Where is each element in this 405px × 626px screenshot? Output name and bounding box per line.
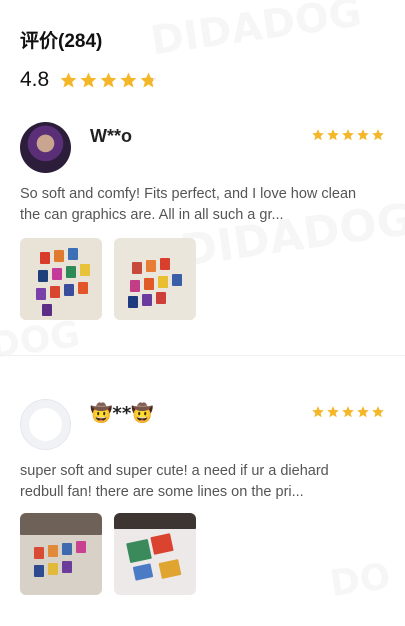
watermark: DOG — [0, 314, 82, 367]
review-rating-stars — [310, 405, 385, 419]
watermark: DO — [327, 556, 393, 605]
review-photo-thumbnail[interactable] — [20, 513, 102, 595]
reviewer-name: 🤠**🤠 — [90, 403, 154, 424]
star-icon — [341, 128, 355, 142]
reviews-title: 评价(284) — [20, 31, 103, 52]
star-icon — [99, 71, 118, 90]
star-icon — [356, 128, 370, 142]
review-photo-thumbnail[interactable] — [114, 238, 196, 320]
star-icon — [119, 71, 138, 90]
avatar — [20, 122, 71, 173]
review-text[interactable]: super soft and super cute! a need if ur … — [20, 461, 360, 503]
star-icon — [356, 405, 370, 419]
review-text[interactable]: So soft and comfy! Fits perfect, and I l… — [20, 184, 360, 226]
review-divider — [0, 355, 405, 356]
star-icon — [326, 128, 340, 142]
star-icon — [371, 405, 385, 419]
star-icon — [59, 71, 78, 90]
avatar — [20, 399, 71, 450]
reviews-header: 评价(284) — [20, 32, 102, 52]
review-photo-thumbnail[interactable] — [114, 513, 196, 595]
star-icon — [371, 128, 385, 142]
average-rating-value: 4.8 — [20, 68, 50, 91]
star-icon — [79, 71, 98, 90]
star-icon — [341, 405, 355, 419]
reviewer-name: W**o — [90, 126, 132, 146]
review-photos — [20, 513, 208, 595]
review-photo-thumbnail[interactable] — [20, 238, 102, 320]
watermark: DIDADOG — [148, 0, 365, 65]
star-icon — [326, 405, 340, 419]
star-icon — [311, 128, 325, 142]
average-rating: 4.8 — [20, 68, 159, 92]
star-icon — [311, 405, 325, 419]
average-rating-stars — [59, 71, 159, 90]
star-icon — [139, 71, 158, 90]
review-photos — [20, 238, 208, 320]
review-rating-stars — [310, 128, 385, 142]
